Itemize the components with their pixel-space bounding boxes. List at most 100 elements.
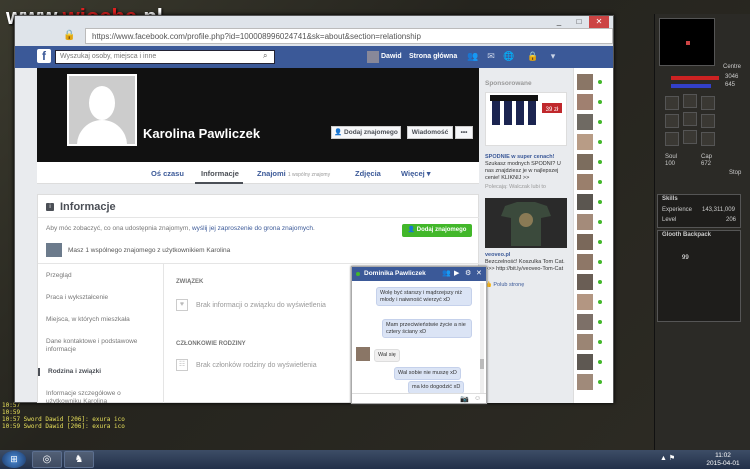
start-button[interactable]: ⊞ [2, 451, 26, 468]
chat-contact-avatar[interactable] [577, 354, 593, 370]
online-dot [598, 220, 602, 224]
amulet-slot[interactable] [683, 94, 697, 108]
ad-image-jeans[interactable]: 39 zł [485, 92, 567, 146]
about-menu-work[interactable]: Praca i wykształcenie [46, 294, 156, 302]
online-dot [598, 160, 602, 164]
tab-timeline[interactable]: Oś czasu [151, 169, 184, 178]
chat-contact-avatar[interactable] [577, 194, 593, 210]
video-call-icon[interactable]: ▶ [454, 269, 459, 277]
close-icon[interactable]: ✕ [476, 269, 482, 277]
notifications-icon[interactable]: 🌐 [503, 51, 515, 63]
about-menu-contact[interactable]: Dane kontaktowe i podstawowe informacje [46, 338, 156, 354]
level-label: Level [662, 217, 677, 223]
cap-value: 672 [701, 161, 712, 167]
profile-name[interactable]: Karolina Pawliczek [143, 126, 260, 141]
gear-icon[interactable]: ⚙ [465, 269, 471, 277]
about-menu: Przegląd Praca i wykształcenie Miejsca, … [38, 264, 164, 403]
messages-icon[interactable]: ✉ [485, 51, 497, 63]
settings-icon[interactable]: ▾ [547, 51, 559, 63]
chat-contact-avatar[interactable] [577, 314, 593, 330]
chat-contact-avatar[interactable] [577, 154, 593, 170]
message-button[interactable]: Wiadomość [407, 126, 453, 139]
chat-contact-avatar[interactable] [577, 114, 593, 130]
mutual-friends-text[interactable]: Masz 1 wspólnego znajomego z użytkowniki… [68, 247, 230, 254]
game-app-icon[interactable]: ♞ [64, 451, 94, 468]
emoji-icon[interactable]: ☺ [474, 395, 481, 402]
chat-contact-avatar[interactable] [577, 294, 593, 310]
stop-button[interactable]: Stop [729, 170, 741, 176]
chat-contact-avatar[interactable] [577, 214, 593, 230]
chat-input[interactable]: 📷 ☺ [352, 393, 486, 404]
soul-label: Soul [665, 154, 678, 160]
tab-photos[interactable]: Zdjęcia [355, 169, 381, 178]
chat-scrollbar[interactable] [480, 283, 484, 393]
more-button[interactable]: ••• [455, 126, 473, 139]
online-dot [598, 300, 602, 304]
add-friend-button[interactable]: 👤 Dodaj znajomego [331, 126, 401, 139]
tray-flag-icon[interactable]: ▲ ⚑ [660, 454, 675, 462]
centre-button[interactable]: Centre [723, 64, 741, 70]
profile-picture[interactable] [67, 74, 137, 146]
minimap[interactable] [659, 18, 715, 66]
chat-contact-avatar[interactable] [577, 274, 593, 290]
chat-log-line: 10:57 Sword Dawid [206]: exura ico [2, 416, 125, 423]
system-clock[interactable]: 11:02 2015-04-01 [700, 452, 746, 468]
chat-contact-avatar[interactable] [577, 94, 593, 110]
invite-link[interactable]: wyślij jej zaproszenie do grona znajomyc… [192, 225, 313, 232]
friend-requests-icon[interactable]: 👥 [467, 51, 479, 63]
close-icon[interactable]: ✕ [589, 16, 609, 28]
chat-scroll-thumb[interactable] [480, 359, 484, 369]
tab-friends[interactable]: Znajomi 1 wspólny znajomy [257, 169, 330, 178]
camera-icon[interactable]: 📷 [460, 395, 469, 403]
tab-more[interactable]: Więcej ▾ [401, 169, 431, 178]
tab-about[interactable]: Informacje [201, 169, 239, 178]
chat-contact-avatar[interactable] [577, 254, 593, 270]
chat-contact-avatar[interactable] [577, 334, 593, 350]
nav-home-link[interactable]: Strona główna [409, 53, 457, 60]
shield-slot[interactable] [701, 114, 715, 128]
chat-contact-avatar[interactable] [577, 174, 593, 190]
lock-icon: 🔒 [63, 30, 76, 41]
add-friend-green-button[interactable]: 👤 Dodaj znajomego [402, 224, 472, 237]
facebook-logo-icon[interactable]: f [37, 49, 51, 63]
backpack-slot[interactable] [701, 96, 715, 110]
privacy-icon[interactable]: 🔒 [527, 51, 539, 63]
chat-contact-avatar[interactable] [577, 134, 593, 150]
family-empty-text: Brak członków rodziny do wyświetlenia [196, 361, 317, 369]
like-page-link[interactable]: 👍 Polub stronę [485, 282, 571, 289]
chat-contact-avatar[interactable] [577, 234, 593, 250]
online-dot [598, 180, 602, 184]
nav-user-link[interactable]: Dawid [381, 53, 402, 60]
about-menu-overview[interactable]: Przegląd [46, 272, 156, 280]
ad2-text[interactable]: veoveo.pl Bezczelność! Koszulka Tom Cat. … [485, 252, 571, 273]
jeans-icon: 39 zł [490, 95, 562, 125]
chat-contact-avatar[interactable] [577, 74, 593, 90]
ring-slot[interactable] [665, 132, 679, 146]
address-bar[interactable]: https://www.facebook.com/profile.php?id=… [85, 28, 613, 44]
search-icon[interactable]: ⌕ [263, 51, 273, 61]
ad-image-shirt[interactable] [485, 198, 567, 248]
windows-taskbar: ⊞ ◎ ♞ ▲ ⚑ 11:02 2015-04-01 [0, 450, 750, 469]
experience-label: Experience [662, 207, 693, 213]
player-marker [686, 41, 690, 45]
add-people-icon[interactable]: 👥 [442, 269, 451, 277]
about-menu-places[interactable]: Miejsca, w których mieszkała [46, 316, 156, 324]
maximize-icon[interactable]: □ [569, 16, 589, 28]
mutual-friend-avatar[interactable] [46, 243, 62, 257]
helmet-slot[interactable] [665, 96, 679, 110]
armor-slot[interactable] [683, 112, 697, 126]
weapon-slot[interactable] [665, 114, 679, 128]
game-chat-log: 10:57 10:59 10:57 Sword Dawid [206]: exu… [2, 402, 342, 430]
about-menu-details[interactable]: Informacje szczegółowe o użytkowniku Kar… [46, 390, 156, 403]
online-dot [356, 272, 360, 276]
ad1-text[interactable]: SPODNIE w super cenach! Szukasz modnych S… [485, 154, 571, 182]
about-menu-family[interactable]: Rodzina i związki [38, 368, 148, 376]
user-avatar[interactable] [367, 51, 379, 63]
legs-slot[interactable] [683, 130, 697, 144]
ammo-slot[interactable] [701, 132, 715, 146]
search-input[interactable]: Wyszukaj osoby, miejsca i inne [55, 50, 275, 64]
minimize-icon[interactable]: _ [549, 16, 569, 28]
online-dot [598, 380, 602, 384]
chrome-icon[interactable]: ◎ [32, 451, 62, 468]
chat-contact-avatar[interactable] [577, 374, 593, 390]
